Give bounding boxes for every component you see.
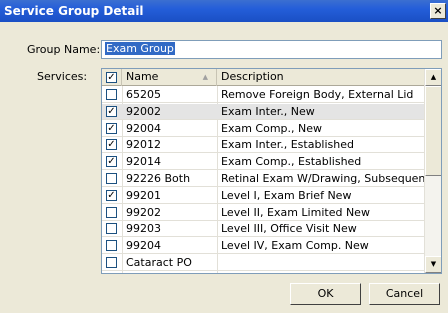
group-name-value: Exam Group xyxy=(105,42,175,55)
table-row[interactable]: ✓ 92002 Exam Inter., New xyxy=(102,103,425,120)
row-description: Exam Comp., Established xyxy=(221,155,362,169)
table-row[interactable]: 65205 Remove Foreign Body, External Lid xyxy=(102,87,425,103)
row-name: 99204 xyxy=(126,239,161,253)
scroll-up-icon[interactable]: ▲ xyxy=(425,69,441,86)
row-checkbox[interactable] xyxy=(106,240,117,252)
row-checkbox[interactable] xyxy=(106,173,117,184)
row-name: 92002 xyxy=(126,104,161,118)
row-checkbox[interactable] xyxy=(106,89,117,100)
cancel-button[interactable]: Cancel xyxy=(369,283,440,305)
row-description: Exam Comp., New xyxy=(221,121,323,135)
row-description: Remove Foreign Body, External Lid xyxy=(221,88,414,101)
row-name: 92226 Both xyxy=(126,172,191,185)
group-name-label: Group Name: xyxy=(27,43,101,56)
services-label: Services: xyxy=(37,70,88,83)
row-name: 99203 xyxy=(126,222,161,236)
close-button[interactable]: × xyxy=(430,3,446,19)
row-description: Level I, Exam Brief New xyxy=(221,188,352,202)
column-description-label: Description xyxy=(221,70,284,83)
grid-header: ✓ Name ▲ Description xyxy=(102,69,425,86)
row-name: Cataract PO xyxy=(126,256,192,269)
row-name: 99202 xyxy=(126,205,161,219)
row-description: Exam Inter., New xyxy=(221,104,315,118)
scrollbar-thumb[interactable] xyxy=(425,86,441,176)
column-header-name[interactable]: Name ▲ xyxy=(122,69,217,86)
row-name: 99201 xyxy=(126,188,161,202)
row-checkbox[interactable]: ✓ xyxy=(106,189,117,201)
row-name: 65205 xyxy=(126,88,161,101)
table-row[interactable]: 99202 Level II, Exam Limited New xyxy=(102,205,425,221)
row-name: 92012 xyxy=(126,138,161,152)
table-row[interactable]: Cataract PO xyxy=(102,255,425,271)
select-all-checkbox[interactable]: ✓ xyxy=(106,72,117,83)
sort-ascending-icon: ▲ xyxy=(202,73,208,81)
table-row[interactable]: 92226 Both Retinal Exam W/Drawing, Subseq… xyxy=(102,171,425,187)
group-name-input[interactable]: Exam Group xyxy=(101,40,442,59)
select-all-cell: ✓ xyxy=(102,69,122,86)
row-description: Level IV, Exam Comp. New xyxy=(221,239,369,253)
row-checkbox[interactable]: ✓ xyxy=(106,105,117,117)
row-description: Level III, Office Visit New xyxy=(221,222,357,236)
row-name: 92014 xyxy=(126,155,161,169)
row-checkbox[interactable]: ✓ xyxy=(106,122,117,134)
table-row[interactable]: 99203 Level III, Office Visit New xyxy=(102,221,425,238)
row-checkbox[interactable] xyxy=(106,223,117,235)
row-description: Exam Inter., Established xyxy=(221,138,354,152)
services-grid[interactable]: ✓ Name ▲ Description 65205 Remove Foreign… xyxy=(101,68,442,274)
close-icon: × xyxy=(433,4,443,17)
row-description: Level II, Exam Limited New xyxy=(221,205,370,219)
scroll-down-icon[interactable]: ▼ xyxy=(425,256,441,273)
vertical-scrollbar[interactable]: ▲ ▼ xyxy=(424,69,441,273)
row-checkbox[interactable] xyxy=(106,257,117,268)
window-title: Service Group Detail xyxy=(4,4,144,18)
column-header-description[interactable]: Description xyxy=(217,69,425,86)
table-row[interactable]: ✓ 92004 Exam Comp., New xyxy=(102,121,425,137)
row-name: 92004 xyxy=(126,121,161,135)
row-checkbox[interactable] xyxy=(106,206,117,218)
row-checkbox[interactable]: ✓ xyxy=(106,139,117,151)
table-row[interactable]: ✓ 92012 Exam Inter., Established xyxy=(102,137,425,154)
title-bar: Service Group Detail × xyxy=(0,0,448,22)
column-name-label: Name xyxy=(126,70,159,83)
table-row[interactable]: ✓ 99201 Level I, Exam Brief New xyxy=(102,188,425,204)
table-row[interactable]: 99204 Level IV, Exam Comp. New xyxy=(102,238,425,255)
row-description xyxy=(217,255,425,271)
row-checkbox[interactable]: ✓ xyxy=(106,156,117,168)
table-row[interactable]: ✓ 92014 Exam Comp., Established xyxy=(102,154,425,171)
row-description: Retinal Exam W/Drawing, Subsequen xyxy=(221,172,425,185)
ok-button[interactable]: OK xyxy=(290,283,361,305)
